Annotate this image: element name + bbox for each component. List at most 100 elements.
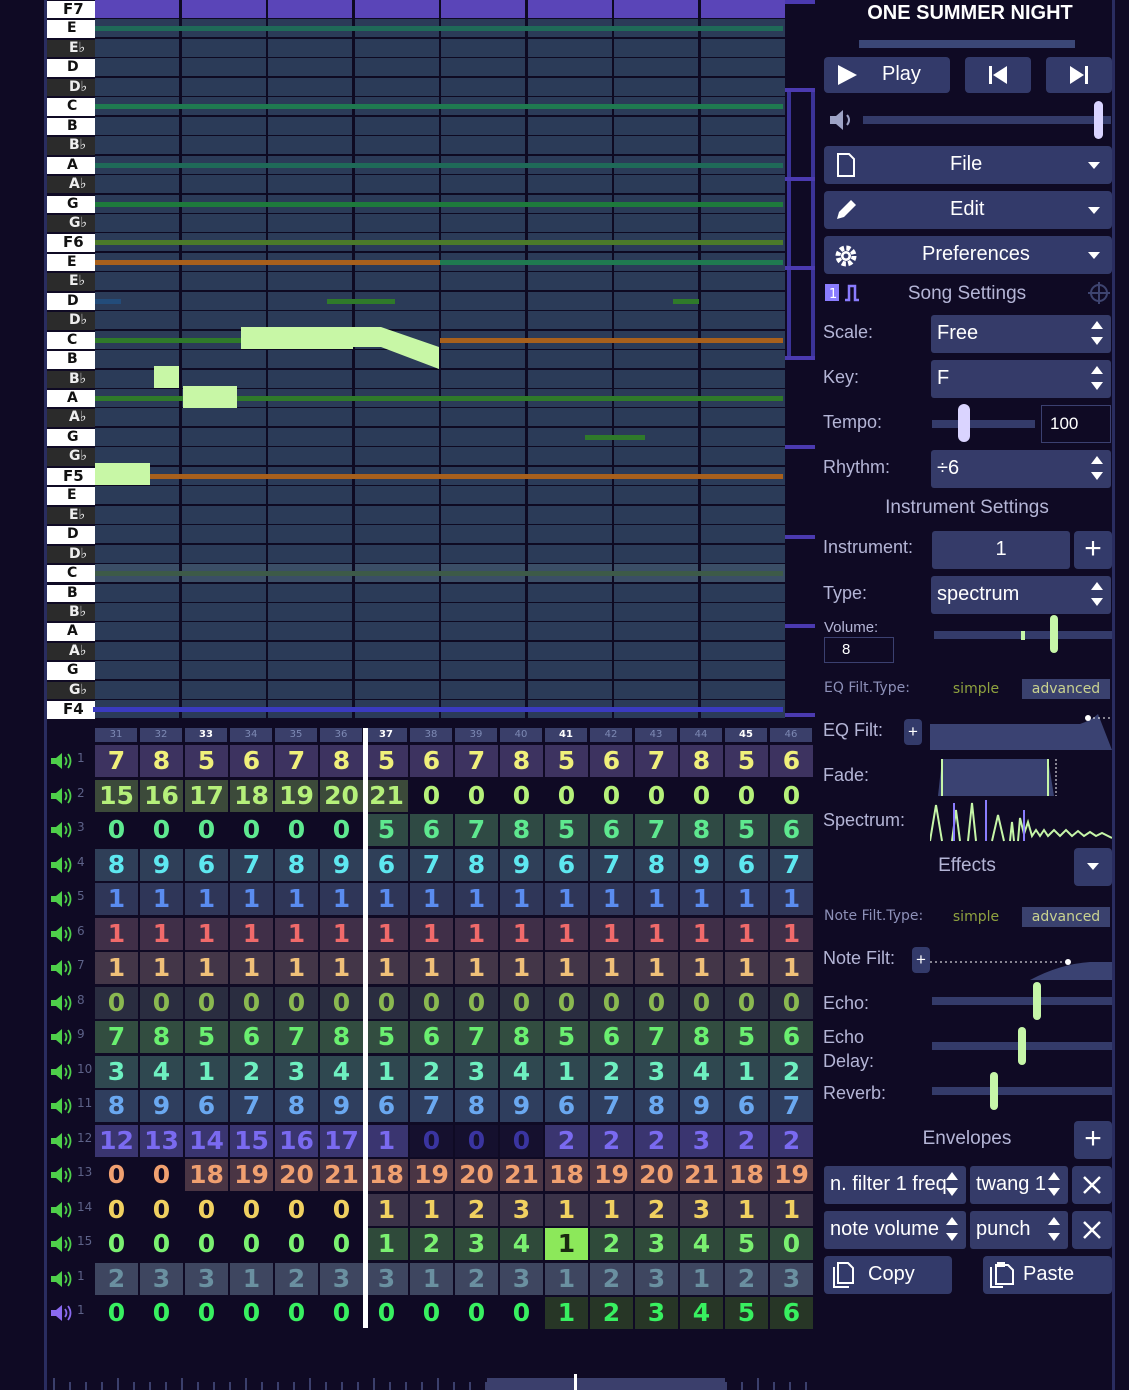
channel-mute-icon[interactable]	[50, 1096, 76, 1116]
grid-cell[interactable]	[700, 0, 785, 18]
grid-row[interactable]	[95, 427, 785, 446]
pattern-cell[interactable]: 1	[455, 917, 498, 950]
reverb-knob[interactable]	[989, 1072, 998, 1110]
grid-cell[interactable]	[441, 350, 525, 369]
envelope-target-select[interactable]: n. filter 1 freq	[824, 1166, 966, 1204]
pattern-cell[interactable]: 3	[500, 1262, 543, 1295]
pattern-cell[interactable]: 8	[635, 848, 678, 881]
grid-cell[interactable]	[354, 213, 439, 232]
bar-number[interactable]: 38	[410, 728, 452, 742]
pattern-cell[interactable]: 5	[725, 814, 768, 846]
bar-number[interactable]: 39	[455, 728, 497, 742]
note[interactable]	[95, 463, 150, 485]
piano-key[interactable]: F6	[47, 234, 95, 252]
grid-cell[interactable]	[181, 58, 266, 77]
grid-cell[interactable]	[268, 213, 352, 232]
pattern-cell[interactable]: 2	[95, 1262, 138, 1295]
grid-cell[interactable]	[95, 77, 179, 96]
pattern-cell[interactable]: 1	[545, 1193, 588, 1226]
grid-cell[interactable]	[614, 680, 698, 699]
bar-number[interactable]: 41	[545, 728, 587, 742]
pattern-cell[interactable]: 1	[365, 1055, 408, 1088]
grid-cell[interactable]	[181, 602, 266, 621]
grid-row[interactable]	[95, 661, 785, 680]
pattern-cell[interactable]: 0	[545, 780, 588, 812]
grid-cell[interactable]	[527, 408, 612, 427]
grid-cell[interactable]	[614, 350, 698, 369]
pattern-cell[interactable]: 4	[500, 1055, 543, 1088]
grid-cell[interactable]	[95, 0, 179, 18]
grid-cell[interactable]	[614, 583, 698, 602]
pattern-cell[interactable]: 6	[770, 814, 813, 846]
grid-cell[interactable]	[354, 680, 439, 699]
grid-cell[interactable]	[527, 641, 612, 660]
pattern-cell[interactable]: 0	[95, 986, 138, 1019]
pattern-cell[interactable]: 2	[770, 1124, 813, 1157]
channel-mute-icon[interactable]	[50, 1234, 76, 1254]
grid-cell[interactable]	[181, 427, 266, 446]
pattern-cell[interactable]: 2	[410, 1055, 453, 1088]
grid-cell[interactable]	[700, 116, 785, 135]
pattern-cell[interactable]: 6	[185, 848, 228, 881]
pattern-cell[interactable]: 0	[455, 780, 498, 812]
pattern-cell[interactable]: 0	[725, 986, 768, 1019]
grid-row[interactable]	[95, 486, 785, 505]
master-volume-slider[interactable]	[863, 116, 1111, 124]
grid-cell[interactable]	[95, 38, 179, 57]
grid-cell[interactable]	[700, 350, 785, 369]
grid-cell[interactable]	[268, 583, 352, 602]
pattern-cell[interactable]: 1	[590, 1193, 633, 1226]
pattern-cell[interactable]: 0	[545, 986, 588, 1019]
pattern-cell[interactable]: 8	[95, 1090, 138, 1122]
pattern-cell[interactable]: 16	[275, 1124, 318, 1157]
pattern-cell[interactable]: 0	[320, 986, 363, 1019]
grid-cell[interactable]	[354, 116, 439, 135]
pattern-cell[interactable]: 0	[455, 1124, 498, 1157]
grid-cell[interactable]	[700, 583, 785, 602]
grid-cell[interactable]	[181, 116, 266, 135]
tempo-input[interactable]: 100	[1041, 405, 1111, 443]
pattern-cell[interactable]: 6	[365, 848, 408, 881]
pattern-cell[interactable]: 5	[365, 814, 408, 846]
pattern-cell[interactable]: 1	[230, 883, 273, 915]
grid-cell[interactable]	[614, 505, 698, 524]
grid-cell[interactable]	[268, 602, 352, 621]
pattern-cell[interactable]: 1	[725, 952, 768, 984]
grid-cell[interactable]	[268, 641, 352, 660]
pattern-cell[interactable]: 0	[455, 986, 498, 1019]
pattern-cell[interactable]: 1	[680, 917, 723, 950]
pattern-cell[interactable]: 0	[185, 1194, 228, 1226]
pattern-cell[interactable]: 15	[95, 779, 138, 812]
grid-cell[interactable]	[441, 369, 525, 388]
grid-cell[interactable]	[700, 486, 785, 505]
grid-cell[interactable]	[95, 116, 179, 135]
grid-cell[interactable]	[268, 680, 352, 699]
echo-slider[interactable]	[932, 997, 1112, 1005]
grid-cell[interactable]	[527, 622, 612, 641]
pattern-cell[interactable]: 2	[455, 1193, 498, 1226]
bar-number[interactable]: 42	[590, 728, 632, 742]
grid-cell[interactable]	[181, 641, 266, 660]
previous-bar-button[interactable]	[965, 57, 1031, 93]
grid-cell[interactable]	[181, 583, 266, 602]
grid-cell[interactable]	[95, 525, 179, 544]
grid-cell[interactable]	[95, 213, 179, 232]
pattern-cell[interactable]: 6	[725, 848, 768, 881]
pattern-cell[interactable]: 2	[230, 1055, 273, 1088]
pattern-cell[interactable]: 1	[680, 883, 723, 915]
grid-cell[interactable]	[700, 291, 785, 310]
channel-mute-icon[interactable]	[50, 924, 76, 944]
pattern-cell[interactable]: 0	[275, 1297, 318, 1329]
pattern-cell[interactable]: 2	[590, 1055, 633, 1088]
grid-row[interactable]	[95, 447, 785, 466]
pattern-cell[interactable]: 1	[770, 1193, 813, 1226]
pattern-cell[interactable]: 7	[635, 1021, 678, 1053]
pattern-cell[interactable]: 3	[635, 1228, 678, 1260]
pattern-cell[interactable]: 6	[770, 1021, 813, 1053]
pattern-cell[interactable]: 0	[365, 986, 408, 1019]
grid-cell[interactable]	[700, 38, 785, 57]
pattern-cell[interactable]: 1	[140, 883, 183, 915]
pattern-cell[interactable]: 0	[410, 986, 453, 1019]
grid-cell[interactable]	[181, 447, 266, 466]
pattern-cell[interactable]: 2	[545, 1124, 588, 1157]
